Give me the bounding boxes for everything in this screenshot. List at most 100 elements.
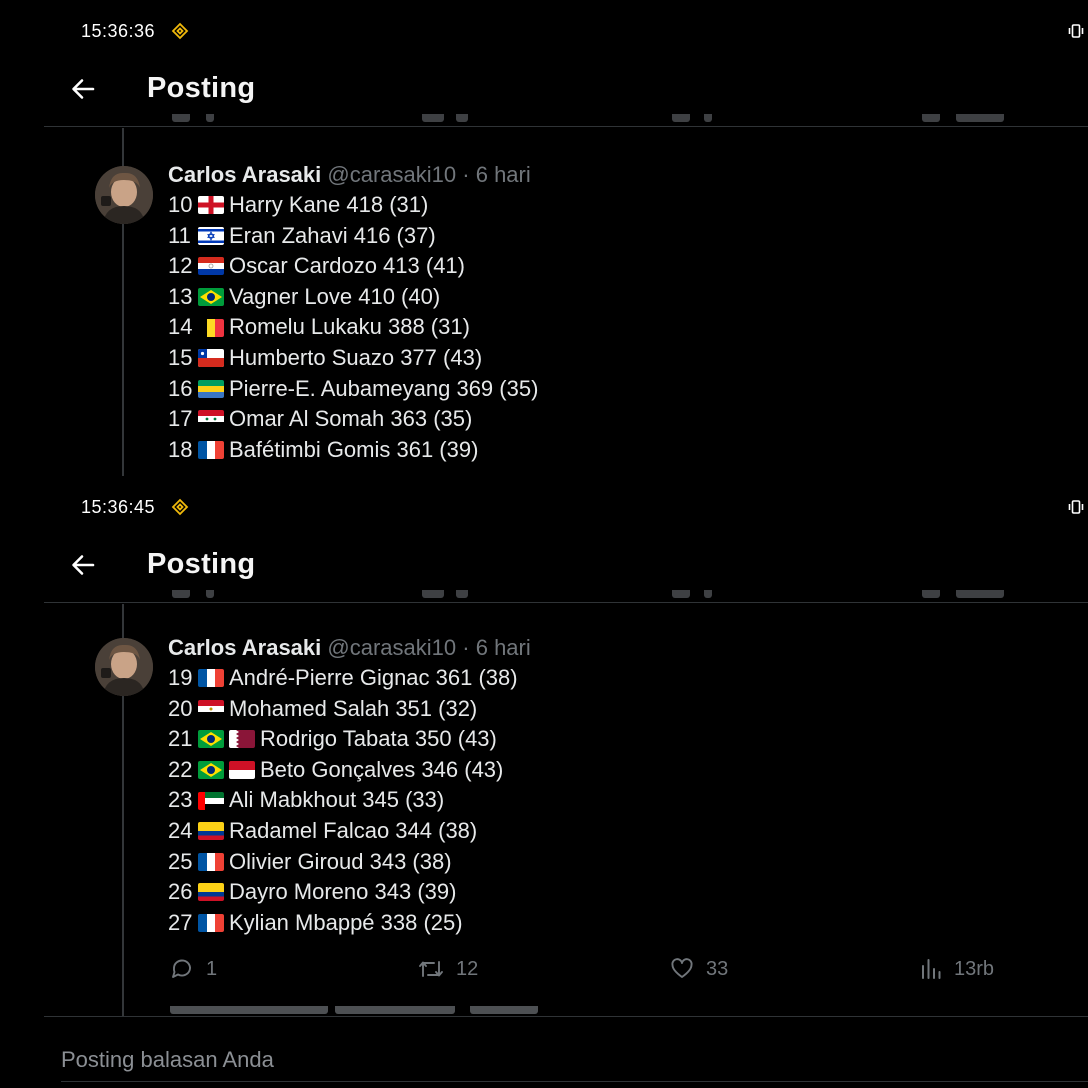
- rank-number: 26: [168, 879, 193, 905]
- vibrate-icon: [1068, 500, 1084, 514]
- rank-number: 27: [168, 909, 193, 935]
- avatar-image: [95, 638, 153, 696]
- tweet[interactable]: Carlos Arasaki @carasaki10 · 6 hari 19 An…: [168, 633, 1068, 938]
- tweet-body: 19 André-Pierre Gignac 361 (38) 20 Mohamed …: [168, 663, 1068, 938]
- ranking-line: 14 Romelu Lukaku 388 (31): [168, 312, 1068, 343]
- flag-chile-icon: [198, 349, 224, 368]
- flag-syria-icon: [198, 410, 224, 429]
- bar-chart-icon: [922, 959, 941, 979]
- flag-france-icon: [198, 669, 224, 688]
- ranking-line: 17 Omar Al Somah 363 (35): [168, 404, 1068, 435]
- ranking-line: 20 Mohamed Salah 351 (32): [168, 694, 1068, 725]
- ranking-line: 10 Harry Kane 418 (31): [168, 190, 1068, 221]
- player-stat: Oscar Cardozo 413 (41): [229, 253, 465, 279]
- avatar[interactable]: [95, 166, 153, 224]
- reply-count: 1: [206, 957, 218, 980]
- rank-number: 18: [168, 436, 193, 462]
- status-time: 15:36:36: [81, 21, 156, 41]
- flag-egypt-icon: [198, 699, 224, 718]
- tweet-age[interactable]: 6 hari: [476, 635, 531, 660]
- player-stat: Radamel Falcao 344 (38): [229, 817, 478, 843]
- repost-count: 12: [456, 957, 479, 980]
- page-title: Posting: [147, 72, 256, 104]
- tweet-body: 10 Harry Kane 418 (31) 11 Eran Zahavi 416 (…: [168, 190, 1068, 465]
- player-stat: Mohamed Salah 351 (32): [229, 695, 478, 721]
- binance-diamond-icon: [171, 498, 189, 516]
- player-stat: Omar Al Somah 363 (35): [229, 406, 473, 432]
- status-time: 15:36:45: [81, 497, 156, 517]
- author-handle[interactable]: @carasaki10: [327, 635, 456, 660]
- vibrate-icon: [1068, 24, 1084, 38]
- player-stat: Kylian Mbappé 338 (25): [229, 909, 463, 935]
- ranking-line: 26 Dayro Moreno 343 (39): [168, 877, 1068, 908]
- flag-indonesia-icon: [229, 761, 255, 780]
- divider: [44, 1016, 1088, 1017]
- ranking-line: 27 Kylian Mbappé 338 (25): [168, 908, 1068, 939]
- tweet-header: Carlos Arasaki @carasaki10 · 6 hari: [168, 633, 1068, 663]
- rank-number: 23: [168, 787, 193, 813]
- tweet[interactable]: Carlos Arasaki @carasaki10 · 6 hari 10 Ha…: [168, 160, 1068, 465]
- reply-input[interactable]: [61, 1038, 1088, 1082]
- heart-icon: [671, 958, 693, 978]
- views-button[interactable]: 13rb: [920, 954, 994, 984]
- repost-button[interactable]: 12: [418, 954, 478, 984]
- flag-france-icon: [198, 914, 224, 933]
- divider: [44, 602, 1088, 603]
- back-button[interactable]: [62, 68, 104, 110]
- repost-icon: [419, 961, 443, 977]
- tweet-age[interactable]: 6 hari: [476, 162, 531, 187]
- avatar[interactable]: [95, 638, 153, 696]
- author-name[interactable]: Carlos Arasaki: [168, 162, 321, 187]
- flag-colombia-icon: [198, 883, 224, 902]
- next-tweet-cutoff: [170, 1006, 540, 1016]
- player-stat: Eran Zahavi 416 (37): [229, 222, 436, 248]
- flag-brazil-icon: [198, 288, 224, 307]
- rank-number: 11: [168, 222, 191, 248]
- separator: ·: [462, 635, 470, 660]
- player-stat: Olivier Giroud 343 (38): [229, 848, 452, 874]
- top-bar: Posting: [0, 62, 1088, 116]
- avatar-image: [95, 166, 153, 224]
- flag-gabon-icon: [198, 379, 224, 398]
- rank-number: 21: [168, 726, 193, 752]
- ranking-line: 24 Radamel Falcao 344 (38): [168, 816, 1068, 847]
- rank-number: 16: [168, 375, 193, 401]
- like-button[interactable]: 33: [670, 954, 728, 984]
- top-bar: Posting: [0, 538, 1088, 592]
- ranking-line: 11 Eran Zahavi 416 (37): [168, 221, 1068, 252]
- player-stat: Rodrigo Tabata 350 (43): [260, 726, 497, 752]
- player-stat: Romelu Lukaku 388 (31): [229, 314, 470, 340]
- flag-paraguay-icon: [198, 257, 224, 276]
- player-stat: Bafétimbi Gomis 361 (39): [229, 436, 479, 462]
- rank-number: 10: [168, 192, 193, 217]
- flag-belgium-icon: [198, 318, 224, 337]
- rank-number: 19: [168, 665, 193, 690]
- rank-number: 13: [168, 283, 193, 309]
- player-stat: Dayro Moreno 343 (39): [229, 879, 457, 905]
- view-count: 13rb: [954, 957, 995, 980]
- divider: [44, 126, 1088, 127]
- reply-button[interactable]: 1: [170, 954, 217, 984]
- player-stat: André-Pierre Gignac 361 (38): [229, 665, 518, 690]
- rank-number: 17: [168, 406, 193, 432]
- player-stat: Beto Gonçalves 346 (43): [260, 756, 504, 782]
- binance-diamond-icon: [171, 22, 189, 40]
- ranking-line: 21 Rodrigo Tabata 350 (43): [168, 724, 1068, 755]
- rank-number: 12: [168, 253, 193, 279]
- ranking-line: 22 Beto Gonçalves 346 (43): [168, 755, 1068, 786]
- player-stat: Humberto Suazo 377 (43): [229, 344, 483, 370]
- ranking-line: 13 Vagner Love 410 (40): [168, 282, 1068, 313]
- author-handle[interactable]: @carasaki10: [327, 162, 456, 187]
- flag-france-icon: [198, 441, 224, 460]
- author-name[interactable]: Carlos Arasaki: [168, 635, 321, 660]
- arrow-left-icon: [72, 79, 95, 99]
- separator: ·: [462, 162, 470, 187]
- back-button[interactable]: [62, 544, 104, 586]
- ranking-line: 25 Olivier Giroud 343 (38): [168, 847, 1068, 878]
- rank-number: 20: [168, 695, 193, 721]
- flag-uae-icon: [198, 791, 224, 810]
- previous-tweet-actions-cutoff: [172, 114, 1022, 126]
- flag-england-icon: [198, 196, 224, 215]
- screenshot-top: 15:36:36 Posting Carlos Arasaki @carasak…: [0, 0, 1088, 476]
- like-count: 33: [706, 957, 729, 980]
